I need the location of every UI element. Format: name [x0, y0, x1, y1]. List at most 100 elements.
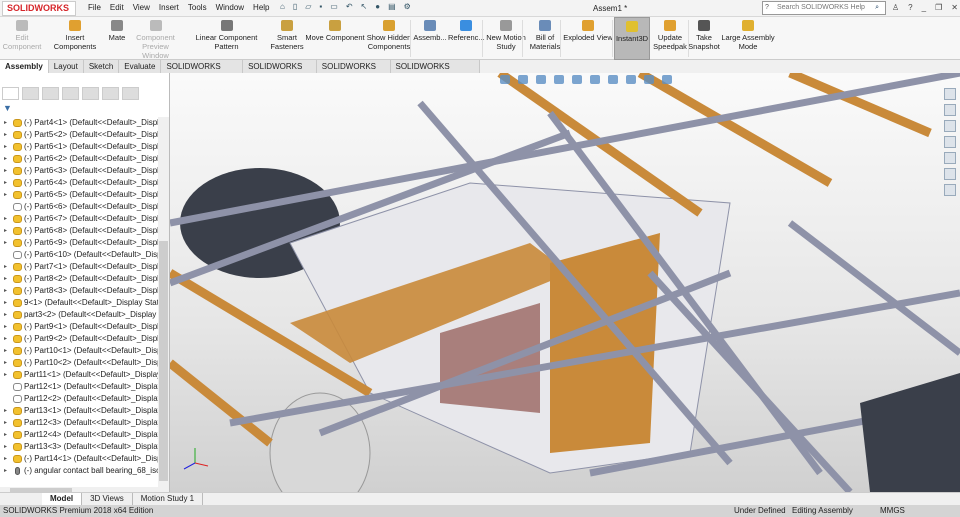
- file-properties-icon[interactable]: ▤: [388, 2, 396, 11]
- tree-item[interactable]: ▸ (-) Part6<7> (Default<<Default>_Displa: [0, 213, 158, 225]
- tree-item[interactable]: ▸ Part12<4> (Default<<Default>_Display: [0, 429, 158, 441]
- graphics-viewport[interactable]: [170, 73, 960, 492]
- tree-item[interactable]: ▸ (-) angular contact ball bearing_68_iso…: [0, 465, 158, 477]
- ribbon-edit-component-button[interactable]: Edit Component: [2, 17, 42, 60]
- expand-arrow-icon[interactable]: ▸: [4, 369, 7, 381]
- section-view-icon[interactable]: [554, 75, 564, 84]
- view-orientation-icon[interactable]: [572, 75, 582, 84]
- ribbon-linear-component-pattern-button[interactable]: Linear Component Pattern: [183, 17, 270, 60]
- dimxpert-tab-icon[interactable]: [62, 87, 79, 100]
- appearances-icon[interactable]: [944, 152, 956, 164]
- tree-item[interactable]: ▸ (-) Part9<2> (Default<<Default>_Displa: [0, 333, 158, 345]
- menu-window[interactable]: Window: [216, 3, 244, 12]
- expand-arrow-icon[interactable]: ▸: [4, 213, 7, 225]
- ribbon-insert-components-button[interactable]: Insert Components: [44, 17, 106, 60]
- hide-show-icon[interactable]: [608, 75, 618, 84]
- unit-system-select[interactable]: MMGS: [880, 505, 905, 517]
- expand-arrow-icon[interactable]: ▸: [4, 333, 7, 345]
- tree-item[interactable]: Part12<2> (Default<<Default>_Display: [0, 393, 158, 405]
- ribbon-referenc-button[interactable]: Referenc...: [448, 17, 485, 60]
- rebuild-icon[interactable]: ●: [375, 2, 380, 11]
- select-icon[interactable]: ↖: [361, 2, 368, 11]
- ribbon-take-snapshot-button[interactable]: Take Snapshot: [688, 17, 720, 60]
- search-icon[interactable]: ⌕: [875, 2, 879, 14]
- tab-solidworks-inspection[interactable]: SOLIDWORKS Inspection: [391, 60, 480, 82]
- expand-arrow-icon[interactable]: ▸: [4, 285, 7, 297]
- solidworks-logo[interactable]: SOLIDWORKS: [2, 1, 76, 16]
- tree-item[interactable]: ▸ (-) Part6<3> (Default<<Default>_Displa: [0, 165, 158, 177]
- bottom-tab-model[interactable]: Model: [42, 493, 83, 505]
- expand-arrow-icon[interactable]: ▸: [4, 117, 7, 129]
- menu-help[interactable]: Help: [253, 3, 269, 12]
- tab-assembly[interactable]: Assembly: [0, 60, 49, 73]
- configuration-manager-tab-icon[interactable]: [42, 87, 59, 100]
- expand-arrow-icon[interactable]: ▸: [4, 417, 7, 429]
- tree-item[interactable]: ▸ (-) Part14<1> (Default<<Default>_Displ: [0, 453, 158, 465]
- property-manager-tab-icon[interactable]: [22, 87, 39, 100]
- tree-item[interactable]: Part12<1> (Default<<Default>_Display: [0, 381, 158, 393]
- tree-item[interactable]: ▸ 9<1> (Default<<Default>_Display State: [0, 297, 158, 309]
- tab-evaluate[interactable]: Evaluate: [119, 60, 162, 73]
- view-palette-icon[interactable]: [944, 136, 956, 148]
- scene-icon[interactable]: [644, 75, 654, 84]
- tree-item[interactable]: ▸ part3<2> (Default<<Default>_Display S: [0, 309, 158, 321]
- feature-manager-tab-icon[interactable]: [2, 87, 19, 100]
- user-icon[interactable]: ♙: [892, 3, 899, 12]
- cam-tab-icon[interactable]: [102, 87, 119, 100]
- minimize-button[interactable]: _: [922, 3, 926, 12]
- print-icon[interactable]: ▭: [330, 2, 338, 11]
- expand-arrow-icon[interactable]: ▸: [4, 405, 7, 417]
- options-gear-icon[interactable]: ⚙: [404, 2, 411, 11]
- expand-arrow-icon[interactable]: ▸: [4, 129, 7, 141]
- tab-layout[interactable]: Layout: [49, 60, 84, 73]
- ribbon-smart-fasteners-button[interactable]: Smart Fasteners: [270, 17, 304, 60]
- solidworks-resources-icon[interactable]: [944, 88, 956, 100]
- ribbon-move-component-button[interactable]: Move Component: [304, 17, 366, 60]
- display-manager-tab-icon[interactable]: [82, 87, 99, 100]
- home-icon[interactable]: ⌂: [280, 2, 285, 11]
- tree-item[interactable]: ▸ (-) Part6<8> (Default<<Default>_Displa: [0, 225, 158, 237]
- tree-item[interactable]: ▸ (-) Part8<3> (Default<<Default>_Displa: [0, 285, 158, 297]
- ribbon-update-speedpak-button[interactable]: Update Speedpak: [652, 17, 688, 60]
- new-icon[interactable]: ▯: [293, 2, 297, 11]
- ribbon-mate-button[interactable]: Mate: [106, 17, 128, 60]
- ribbon-component-preview-window-button[interactable]: Component Preview Window: [128, 17, 183, 60]
- expand-arrow-icon[interactable]: ▸: [4, 309, 7, 321]
- ribbon-large-assembly-mode-button[interactable]: Large Assembly Mode: [720, 17, 776, 60]
- tree-item[interactable]: ▸ Part13<3> (Default<<Default>_Display: [0, 441, 158, 453]
- view-settings-icon[interactable]: [662, 75, 672, 84]
- expand-arrow-icon[interactable]: ▸: [4, 357, 7, 369]
- expand-arrow-icon[interactable]: ▸: [4, 297, 7, 309]
- ribbon-exploded-view-button[interactable]: Exploded View: [563, 17, 613, 60]
- tree-item[interactable]: ▸ (-) Part6<1> (Default<<Default>_Displa: [0, 141, 158, 153]
- save-icon[interactable]: ▪: [319, 2, 322, 11]
- tree-item[interactable]: ▸ (-) Part4<1> (Default<<Default>_Displa: [0, 117, 158, 129]
- file-explorer-icon[interactable]: [944, 120, 956, 132]
- design-library-icon[interactable]: [944, 104, 956, 116]
- tree-item[interactable]: ▸ Part13<1> (Default<<Default>_Display: [0, 405, 158, 417]
- tab-solidworks-cam[interactable]: SOLIDWORKS CAM: [317, 60, 391, 82]
- menu-file[interactable]: File: [88, 3, 101, 12]
- tree-item[interactable]: ▸ (-) Part6<2> (Default<<Default>_Displa: [0, 153, 158, 165]
- appearance-icon[interactable]: [626, 75, 636, 84]
- expand-arrow-icon[interactable]: ▸: [4, 453, 7, 465]
- help-search-input[interactable]: ? Search SOLIDWORKS Help ⌕: [762, 1, 886, 15]
- tree-item[interactable]: ▸ (-) Part10<2> (Default<<Default>_Displ: [0, 357, 158, 369]
- expand-arrow-icon[interactable]: ▸: [4, 441, 7, 453]
- tree-item[interactable]: ▸ (-) Part5<2> (Default<<Default>_Displa: [0, 129, 158, 141]
- ribbon-instant3d-button[interactable]: Instant3D: [614, 17, 650, 60]
- expand-arrow-icon[interactable]: ▸: [4, 321, 7, 333]
- tab-solidworks-add-ins[interactable]: SOLIDWORKS Add-Ins: [161, 60, 244, 82]
- expand-arrow-icon[interactable]: ▸: [4, 141, 7, 153]
- tab-sketch[interactable]: Sketch: [84, 60, 120, 73]
- expand-arrow-icon[interactable]: ▸: [4, 237, 7, 249]
- menu-insert[interactable]: Insert: [159, 3, 179, 12]
- expand-arrow-icon[interactable]: ▸: [4, 465, 7, 477]
- expand-arrow-icon[interactable]: ▸: [4, 189, 7, 201]
- tree-scroll-thumb[interactable]: [159, 241, 168, 481]
- tree-item[interactable]: (-) Part6<6> (Default<<Default>_Displa: [0, 201, 158, 213]
- undo-icon[interactable]: ↶: [346, 2, 353, 11]
- menu-tools[interactable]: Tools: [188, 3, 207, 12]
- help-menu-icon[interactable]: ?: [908, 3, 912, 12]
- expand-arrow-icon[interactable]: ▸: [4, 165, 7, 177]
